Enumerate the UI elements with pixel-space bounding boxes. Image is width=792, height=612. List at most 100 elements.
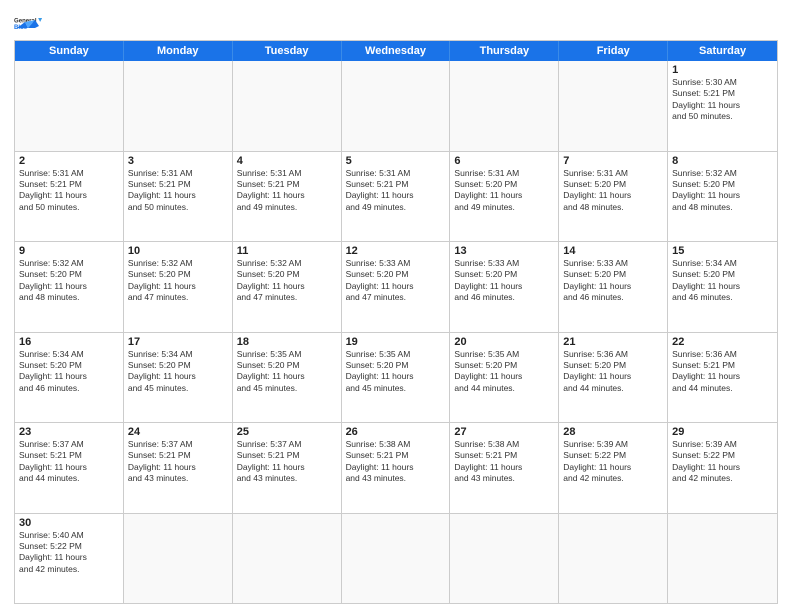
cal-cell: [124, 61, 233, 151]
day-info: Sunrise: 5:36 AM Sunset: 5:20 PM Dayligh…: [563, 349, 663, 395]
calendar-row-0: 1Sunrise: 5:30 AM Sunset: 5:21 PM Daylig…: [15, 61, 777, 152]
day-info: Sunrise: 5:34 AM Sunset: 5:20 PM Dayligh…: [672, 258, 773, 304]
day-info: Sunrise: 5:34 AM Sunset: 5:20 PM Dayligh…: [128, 349, 228, 395]
cal-cell: 19Sunrise: 5:35 AM Sunset: 5:20 PM Dayli…: [342, 333, 451, 423]
cal-cell: [342, 61, 451, 151]
calendar-body: 1Sunrise: 5:30 AM Sunset: 5:21 PM Daylig…: [15, 61, 777, 603]
cal-cell: [559, 514, 668, 604]
cal-cell: 4Sunrise: 5:31 AM Sunset: 5:21 PM Daylig…: [233, 152, 342, 242]
calendar-row-5: 30Sunrise: 5:40 AM Sunset: 5:22 PM Dayli…: [15, 514, 777, 604]
header-day-saturday: Saturday: [668, 41, 777, 61]
calendar-row-3: 16Sunrise: 5:34 AM Sunset: 5:20 PM Dayli…: [15, 333, 777, 424]
day-info: Sunrise: 5:37 AM Sunset: 5:21 PM Dayligh…: [237, 439, 337, 485]
cal-cell: [450, 61, 559, 151]
day-number: 16: [19, 336, 119, 348]
cal-cell: 11Sunrise: 5:32 AM Sunset: 5:20 PM Dayli…: [233, 242, 342, 332]
cal-cell: 26Sunrise: 5:38 AM Sunset: 5:21 PM Dayli…: [342, 423, 451, 513]
cal-cell: [233, 514, 342, 604]
day-info: Sunrise: 5:33 AM Sunset: 5:20 PM Dayligh…: [563, 258, 663, 304]
cal-cell: 22Sunrise: 5:36 AM Sunset: 5:21 PM Dayli…: [668, 333, 777, 423]
day-number: 8: [672, 155, 773, 167]
day-number: 17: [128, 336, 228, 348]
day-info: Sunrise: 5:32 AM Sunset: 5:20 PM Dayligh…: [237, 258, 337, 304]
cal-cell: 28Sunrise: 5:39 AM Sunset: 5:22 PM Dayli…: [559, 423, 668, 513]
day-number: 21: [563, 336, 663, 348]
day-number: 9: [19, 245, 119, 257]
calendar-row-4: 23Sunrise: 5:37 AM Sunset: 5:21 PM Dayli…: [15, 423, 777, 514]
day-number: 2: [19, 155, 119, 167]
day-info: Sunrise: 5:35 AM Sunset: 5:20 PM Dayligh…: [346, 349, 446, 395]
cal-cell: [668, 514, 777, 604]
header-day-friday: Friday: [559, 41, 668, 61]
day-info: Sunrise: 5:37 AM Sunset: 5:21 PM Dayligh…: [128, 439, 228, 485]
cal-cell: 13Sunrise: 5:33 AM Sunset: 5:20 PM Dayli…: [450, 242, 559, 332]
day-info: Sunrise: 5:31 AM Sunset: 5:21 PM Dayligh…: [346, 168, 446, 214]
calendar: SundayMondayTuesdayWednesdayThursdayFrid…: [14, 40, 778, 604]
cal-cell: 7Sunrise: 5:31 AM Sunset: 5:20 PM Daylig…: [559, 152, 668, 242]
day-info: Sunrise: 5:39 AM Sunset: 5:22 PM Dayligh…: [563, 439, 663, 485]
day-number: 25: [237, 426, 337, 438]
day-number: 13: [454, 245, 554, 257]
day-number: 26: [346, 426, 446, 438]
logo-bird-icon: [17, 20, 39, 36]
day-info: Sunrise: 5:37 AM Sunset: 5:21 PM Dayligh…: [19, 439, 119, 485]
page: General Blue SundayMondayTuesdayWednesda…: [0, 0, 792, 612]
day-number: 12: [346, 245, 446, 257]
cal-cell: 5Sunrise: 5:31 AM Sunset: 5:21 PM Daylig…: [342, 152, 451, 242]
day-number: 1: [672, 64, 773, 76]
day-number: 18: [237, 336, 337, 348]
day-info: Sunrise: 5:31 AM Sunset: 5:21 PM Dayligh…: [237, 168, 337, 214]
day-number: 11: [237, 245, 337, 257]
day-number: 19: [346, 336, 446, 348]
cal-cell: [124, 514, 233, 604]
day-number: 20: [454, 336, 554, 348]
cal-cell: 24Sunrise: 5:37 AM Sunset: 5:21 PM Dayli…: [124, 423, 233, 513]
day-info: Sunrise: 5:38 AM Sunset: 5:21 PM Dayligh…: [346, 439, 446, 485]
day-number: 27: [454, 426, 554, 438]
cal-cell: 20Sunrise: 5:35 AM Sunset: 5:20 PM Dayli…: [450, 333, 559, 423]
day-info: Sunrise: 5:33 AM Sunset: 5:20 PM Dayligh…: [346, 258, 446, 304]
day-info: Sunrise: 5:35 AM Sunset: 5:20 PM Dayligh…: [237, 349, 337, 395]
cal-cell: 16Sunrise: 5:34 AM Sunset: 5:20 PM Dayli…: [15, 333, 124, 423]
cal-cell: 15Sunrise: 5:34 AM Sunset: 5:20 PM Dayli…: [668, 242, 777, 332]
day-info: Sunrise: 5:32 AM Sunset: 5:20 PM Dayligh…: [19, 258, 119, 304]
day-number: 5: [346, 155, 446, 167]
calendar-row-2: 9Sunrise: 5:32 AM Sunset: 5:20 PM Daylig…: [15, 242, 777, 333]
cal-cell: [233, 61, 342, 151]
day-info: Sunrise: 5:33 AM Sunset: 5:20 PM Dayligh…: [454, 258, 554, 304]
cal-cell: 2Sunrise: 5:31 AM Sunset: 5:21 PM Daylig…: [15, 152, 124, 242]
day-info: Sunrise: 5:39 AM Sunset: 5:22 PM Dayligh…: [672, 439, 773, 485]
day-number: 14: [563, 245, 663, 257]
day-number: 22: [672, 336, 773, 348]
day-number: 23: [19, 426, 119, 438]
logo-area: General Blue: [14, 10, 42, 36]
cal-cell: 9Sunrise: 5:32 AM Sunset: 5:20 PM Daylig…: [15, 242, 124, 332]
day-number: 28: [563, 426, 663, 438]
day-info: Sunrise: 5:31 AM Sunset: 5:20 PM Dayligh…: [563, 168, 663, 214]
day-number: 30: [19, 517, 119, 529]
day-info: Sunrise: 5:32 AM Sunset: 5:20 PM Dayligh…: [672, 168, 773, 214]
day-number: 10: [128, 245, 228, 257]
cal-cell: 29Sunrise: 5:39 AM Sunset: 5:22 PM Dayli…: [668, 423, 777, 513]
day-info: Sunrise: 5:35 AM Sunset: 5:20 PM Dayligh…: [454, 349, 554, 395]
cal-cell: 10Sunrise: 5:32 AM Sunset: 5:20 PM Dayli…: [124, 242, 233, 332]
cal-cell: 23Sunrise: 5:37 AM Sunset: 5:21 PM Dayli…: [15, 423, 124, 513]
day-info: Sunrise: 5:30 AM Sunset: 5:21 PM Dayligh…: [672, 77, 773, 123]
day-number: 4: [237, 155, 337, 167]
header-day-wednesday: Wednesday: [342, 41, 451, 61]
cal-cell: 21Sunrise: 5:36 AM Sunset: 5:20 PM Dayli…: [559, 333, 668, 423]
header: General Blue: [14, 10, 778, 36]
cal-cell: 8Sunrise: 5:32 AM Sunset: 5:20 PM Daylig…: [668, 152, 777, 242]
day-number: 6: [454, 155, 554, 167]
day-number: 7: [563, 155, 663, 167]
cal-cell: [559, 61, 668, 151]
cal-cell: 3Sunrise: 5:31 AM Sunset: 5:21 PM Daylig…: [124, 152, 233, 242]
day-info: Sunrise: 5:31 AM Sunset: 5:21 PM Dayligh…: [19, 168, 119, 214]
cal-cell: 12Sunrise: 5:33 AM Sunset: 5:20 PM Dayli…: [342, 242, 451, 332]
day-info: Sunrise: 5:34 AM Sunset: 5:20 PM Dayligh…: [19, 349, 119, 395]
day-info: Sunrise: 5:38 AM Sunset: 5:21 PM Dayligh…: [454, 439, 554, 485]
day-info: Sunrise: 5:32 AM Sunset: 5:20 PM Dayligh…: [128, 258, 228, 304]
cal-cell: 30Sunrise: 5:40 AM Sunset: 5:22 PM Dayli…: [15, 514, 124, 604]
day-number: 3: [128, 155, 228, 167]
cal-cell: 6Sunrise: 5:31 AM Sunset: 5:20 PM Daylig…: [450, 152, 559, 242]
